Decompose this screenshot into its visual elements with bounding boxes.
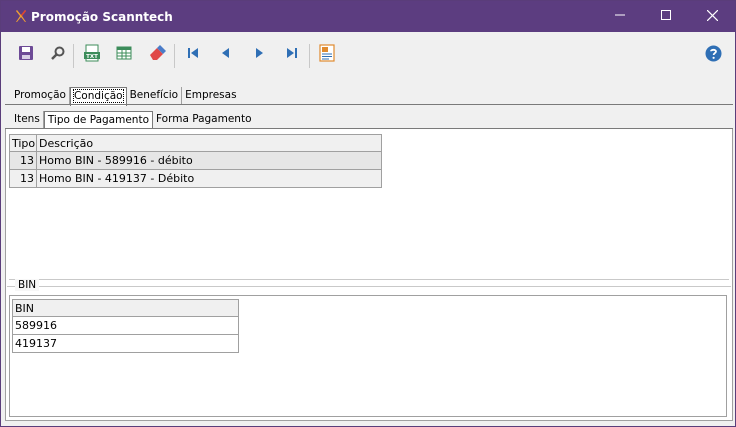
- next-record-button[interactable]: [247, 41, 271, 65]
- bin-group-legend: BIN: [15, 279, 40, 291]
- grid-icon: [116, 45, 132, 61]
- search-icon: [50, 45, 66, 61]
- minimize-button[interactable]: [597, 1, 643, 32]
- column-header-descricao[interactable]: Descrição: [37, 135, 381, 151]
- previous-record-button[interactable]: [214, 41, 238, 65]
- maximize-icon: [661, 10, 671, 23]
- table-row[interactable]: 589916: [13, 317, 238, 335]
- toolbar: TXT: [1, 32, 735, 84]
- next-record-icon: [252, 46, 266, 60]
- maximize-button[interactable]: [643, 1, 689, 32]
- cell-tipo: 13: [10, 152, 37, 169]
- column-header-tipo[interactable]: Tipo: [10, 135, 37, 151]
- toolbar-separator: [174, 44, 175, 68]
- table-row[interactable]: 13 Homo BIN - 419137 - Débito: [10, 170, 381, 188]
- app-window: Promoção Scanntech TXT Promoção Condição…: [0, 0, 736, 427]
- svg-text:TXT: TXT: [86, 54, 98, 60]
- report-icon: [319, 44, 335, 62]
- help-icon: [705, 45, 722, 62]
- cell-descricao: Homo BIN - 419137 - Débito: [39, 172, 195, 185]
- sub-tab-strip: Itens Tipo de Pagamento Forma Pagamento: [11, 111, 255, 130]
- tab-forma-pagamento[interactable]: Forma Pagamento: [153, 111, 255, 129]
- splitter[interactable]: [9, 279, 729, 281]
- table-row[interactable]: 419137: [13, 335, 238, 353]
- main-tab-underline: [5, 104, 733, 105]
- column-header-bin[interactable]: BIN: [13, 300, 238, 317]
- toolbar-separator: [73, 44, 74, 68]
- clear-button[interactable]: [145, 41, 169, 65]
- bin-grid-area: BIN 589916 419137: [9, 295, 727, 417]
- window-title: Promoção Scanntech: [31, 10, 173, 24]
- tab-promocao[interactable]: Promoção: [11, 87, 70, 105]
- main-tab-strip: Promoção Condição Benefício Empresas: [11, 87, 240, 106]
- cell-tipo: 13: [10, 170, 37, 187]
- tipo-pagamento-panel: Tipo Descrição 13 Homo BIN - 589916 - dé…: [5, 129, 733, 421]
- eraser-icon: [148, 45, 166, 61]
- table-row[interactable]: 13 Homo BIN - 589916 - débito: [10, 152, 381, 170]
- last-record-icon: [285, 46, 299, 60]
- help-button[interactable]: [705, 45, 722, 62]
- payment-type-grid[interactable]: Tipo Descrição 13 Homo BIN - 589916 - dé…: [9, 134, 382, 188]
- txt-icon: TXT: [83, 44, 101, 62]
- close-button[interactable]: [689, 1, 735, 32]
- first-record-icon: [186, 46, 200, 60]
- save-icon: [18, 45, 34, 61]
- grid-button[interactable]: [112, 41, 136, 65]
- tab-beneficio[interactable]: Benefício: [127, 87, 183, 105]
- grid-header: Tipo Descrição: [10, 135, 381, 152]
- previous-record-icon: [219, 46, 233, 60]
- tab-empresas[interactable]: Empresas: [182, 87, 239, 105]
- cell-descricao: Homo BIN - 589916 - débito: [39, 154, 193, 167]
- tab-itens[interactable]: Itens: [11, 111, 44, 129]
- close-icon: [706, 9, 718, 24]
- last-record-button[interactable]: [280, 41, 304, 65]
- title-bar[interactable]: Promoção Scanntech: [1, 1, 735, 32]
- export-txt-button[interactable]: TXT: [80, 41, 104, 65]
- app-logo-icon: [15, 9, 27, 23]
- bin-grid[interactable]: BIN 589916 419137: [12, 299, 239, 353]
- search-button[interactable]: [46, 41, 70, 65]
- report-button[interactable]: [315, 41, 339, 65]
- toolbar-separator: [309, 44, 310, 68]
- minimize-icon: [615, 10, 625, 23]
- bin-group-box: BIN BIN 589916 419137: [7, 279, 731, 419]
- save-button[interactable]: [14, 41, 38, 65]
- first-record-button[interactable]: [181, 41, 205, 65]
